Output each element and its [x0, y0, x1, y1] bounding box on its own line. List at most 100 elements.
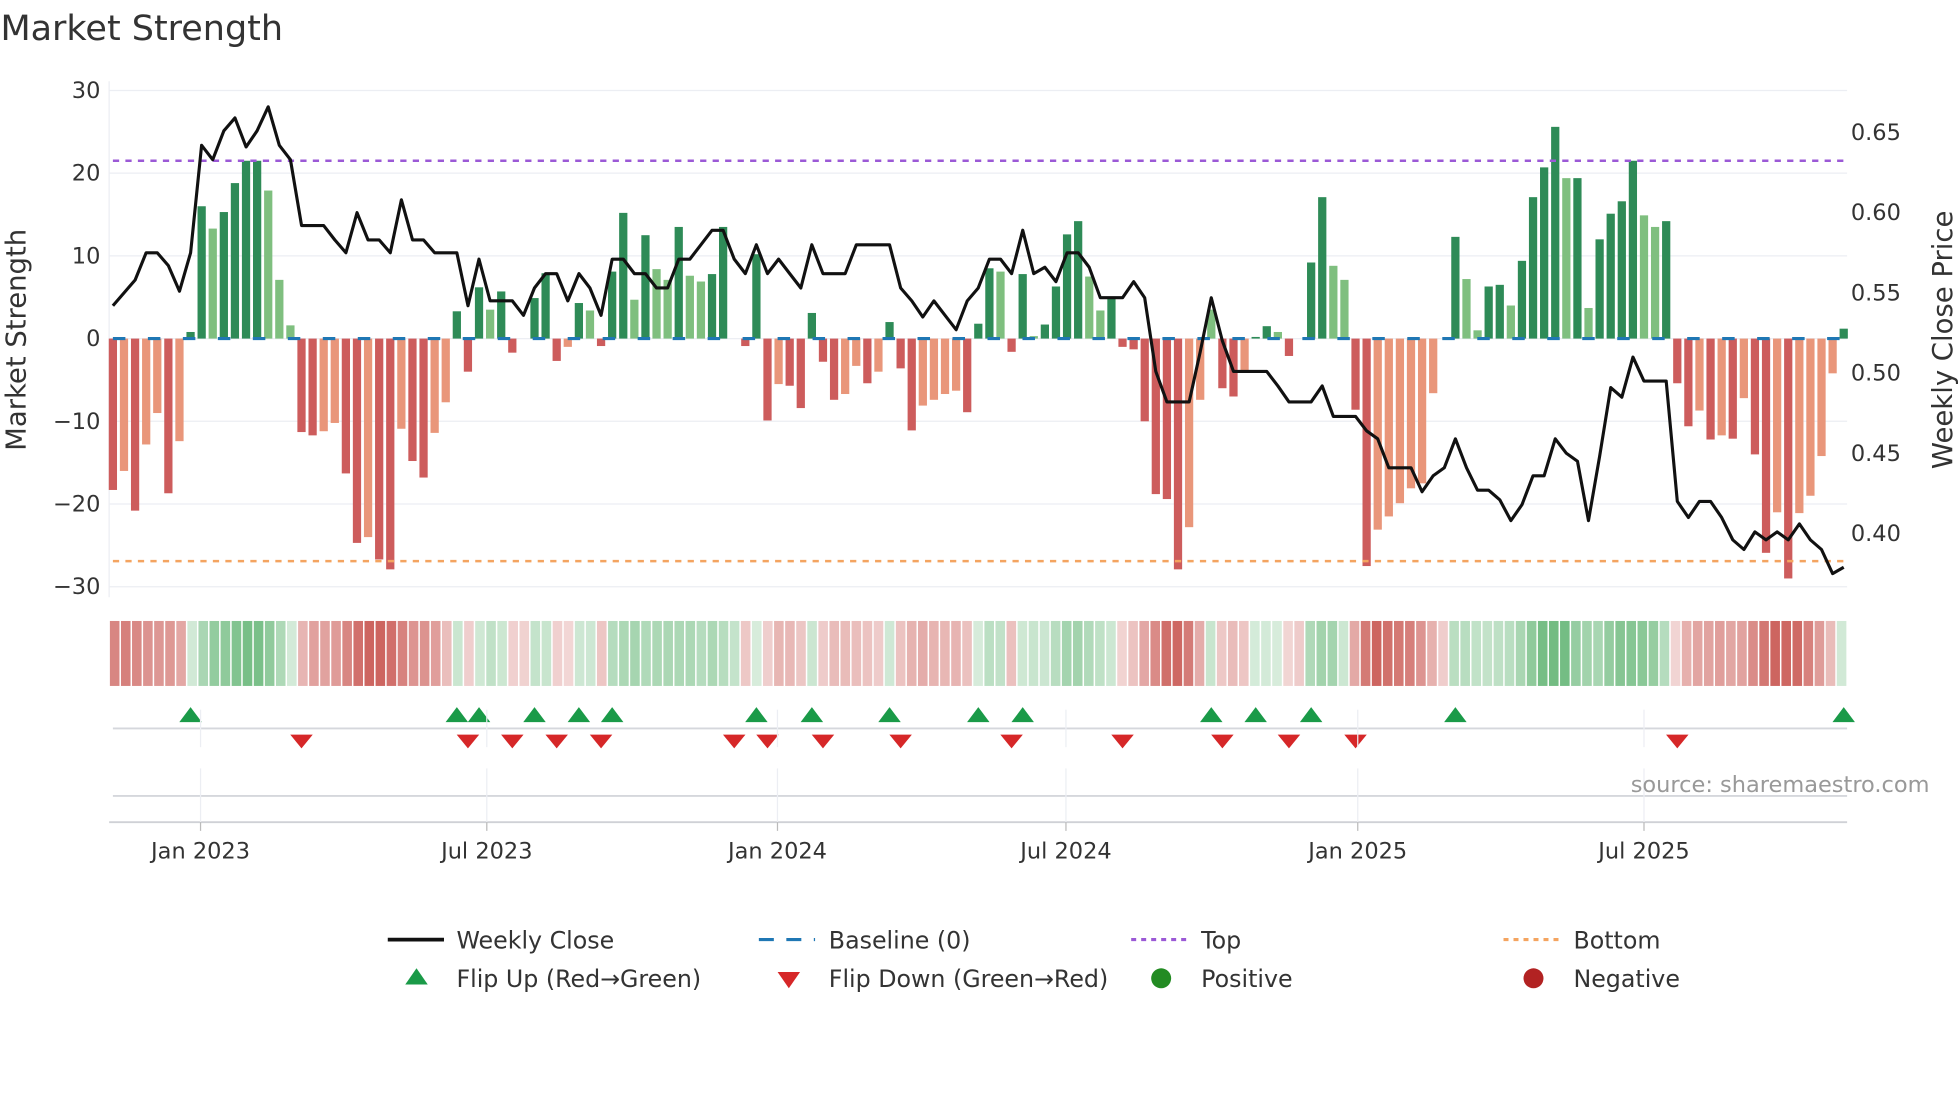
flip-down-marker-icon — [1344, 734, 1367, 749]
strength-bar — [341, 338, 351, 474]
heat-strip-cell — [386, 620, 397, 686]
heat-strip-cell — [1349, 620, 1360, 686]
strength-bar — [1129, 338, 1138, 350]
legend-label: Bottom — [1573, 926, 1660, 954]
heat-strip-cell — [862, 620, 873, 686]
heat-strip-cell — [1028, 620, 1039, 686]
left-axis-label: Market Strength — [0, 229, 32, 451]
legend-item-flip-down[interactable]: Flip Down (Green→Red) — [777, 965, 1109, 993]
heat-strip-cell — [1571, 620, 1581, 686]
strength-bar — [1773, 338, 1782, 513]
heat-strip-cell — [1283, 620, 1293, 686]
heat-strip-cell — [1615, 620, 1625, 686]
heat-strip-cell — [187, 620, 197, 686]
strength-bar — [1650, 226, 1660, 339]
heat-strip-cell — [1360, 620, 1371, 686]
strength-bar — [1739, 338, 1748, 399]
heat-strip-cell — [1659, 620, 1670, 686]
heat-strip-cell — [1493, 620, 1504, 686]
heat-strip-cell — [430, 620, 441, 686]
heat-strip-cell — [1239, 620, 1249, 686]
heat-strip-cell — [1836, 620, 1847, 686]
flip-up-marker-icon — [967, 707, 990, 723]
heat-strip-cell — [984, 620, 994, 686]
heat-strip-cell — [1305, 620, 1316, 686]
strength-bar — [1506, 305, 1515, 339]
legend-item-flip-up[interactable]: Flip Up (Red→Green) — [405, 965, 701, 993]
heat-strip-cell — [1526, 620, 1537, 686]
strength-bar — [1107, 298, 1116, 339]
heat-strip-cell — [785, 620, 795, 686]
strength-bar — [1839, 328, 1848, 339]
heat-strip-cell — [342, 620, 352, 686]
strength-bar — [1184, 338, 1194, 528]
heat-strip-cell — [331, 620, 341, 686]
strength-bar — [1040, 324, 1049, 339]
strength-bar — [1795, 338, 1804, 514]
flip-down-marker-icon — [811, 734, 835, 749]
strength-bar — [863, 338, 872, 384]
strength-heat-strip — [109, 620, 1847, 686]
heat-strip-cell — [751, 620, 762, 686]
legend-item-baseline[interactable]: Baseline (0) — [758, 926, 971, 954]
flip-up-marker-icon — [1200, 707, 1223, 723]
legend-item-top[interactable]: Top — [1131, 926, 1241, 954]
strength-bar — [463, 338, 473, 372]
strength-bar — [1318, 197, 1327, 339]
strength-bar — [1018, 274, 1027, 339]
legend-item-negative[interactable]: Negative — [1523, 965, 1680, 993]
heat-strip-cell — [486, 620, 496, 686]
heat-strip-cell — [1626, 620, 1637, 686]
strength-bar — [175, 338, 184, 442]
heat-strip-cell — [1803, 620, 1814, 686]
heat-strip-cell — [674, 620, 685, 686]
strength-bar — [430, 338, 439, 433]
heat-strip-cell — [1737, 620, 1747, 686]
strength-bar — [852, 338, 861, 366]
heat-strip-cell — [585, 620, 596, 686]
triangle-up-icon — [405, 968, 428, 985]
y-tick-label: −20 — [53, 492, 100, 518]
heat-strip-cell — [1128, 620, 1138, 686]
strength-bar — [1528, 197, 1538, 339]
strength-bar — [1062, 234, 1072, 339]
strength-bar — [1728, 338, 1737, 439]
legend-item-positive[interactable]: Positive — [1151, 965, 1293, 993]
strength-bar — [1628, 160, 1638, 339]
strength-bar — [841, 338, 850, 395]
strength-bar — [829, 338, 839, 400]
strength-bar — [1828, 338, 1837, 374]
strength-bar — [974, 323, 983, 339]
strength-bar — [230, 183, 240, 339]
heat-strip-cell — [1515, 620, 1526, 686]
heat-strip-cell — [1471, 620, 1482, 686]
strength-bar — [108, 338, 118, 490]
heat-strip-cell — [1692, 620, 1703, 686]
flip-down-marker-icon — [1666, 734, 1689, 749]
strength-bar — [1662, 221, 1671, 339]
heat-strip-cell — [718, 620, 729, 686]
strength-bar — [1495, 284, 1504, 339]
strength-bar — [929, 338, 939, 400]
strength-bar — [1573, 178, 1582, 339]
heat-strip-cell — [829, 620, 840, 686]
legend-label: Baseline (0) — [829, 926, 971, 954]
strength-bar — [1384, 338, 1393, 517]
strength-bar — [1162, 338, 1172, 500]
legend-item-weekly-close[interactable]: Weekly Close — [387, 926, 614, 954]
heat-strip-cell — [154, 620, 164, 686]
legend-item-bottom[interactable]: Bottom — [1503, 926, 1661, 954]
heat-strip-cell — [995, 620, 1006, 686]
circle-icon — [1151, 968, 1172, 989]
strength-bar — [940, 338, 950, 395]
heat-strip-cell — [1382, 620, 1393, 686]
strength-bar — [652, 269, 661, 339]
heat-strip-cell — [1161, 620, 1172, 686]
heat-strip-cell — [1582, 620, 1592, 686]
strength-bar — [630, 299, 639, 339]
heat-strip-cell — [1050, 620, 1061, 686]
heat-strip-cell — [1792, 620, 1803, 686]
heat-strip-cell — [1593, 620, 1603, 686]
flip-down-marker-icon — [589, 734, 613, 749]
strength-bar — [1484, 286, 1493, 339]
